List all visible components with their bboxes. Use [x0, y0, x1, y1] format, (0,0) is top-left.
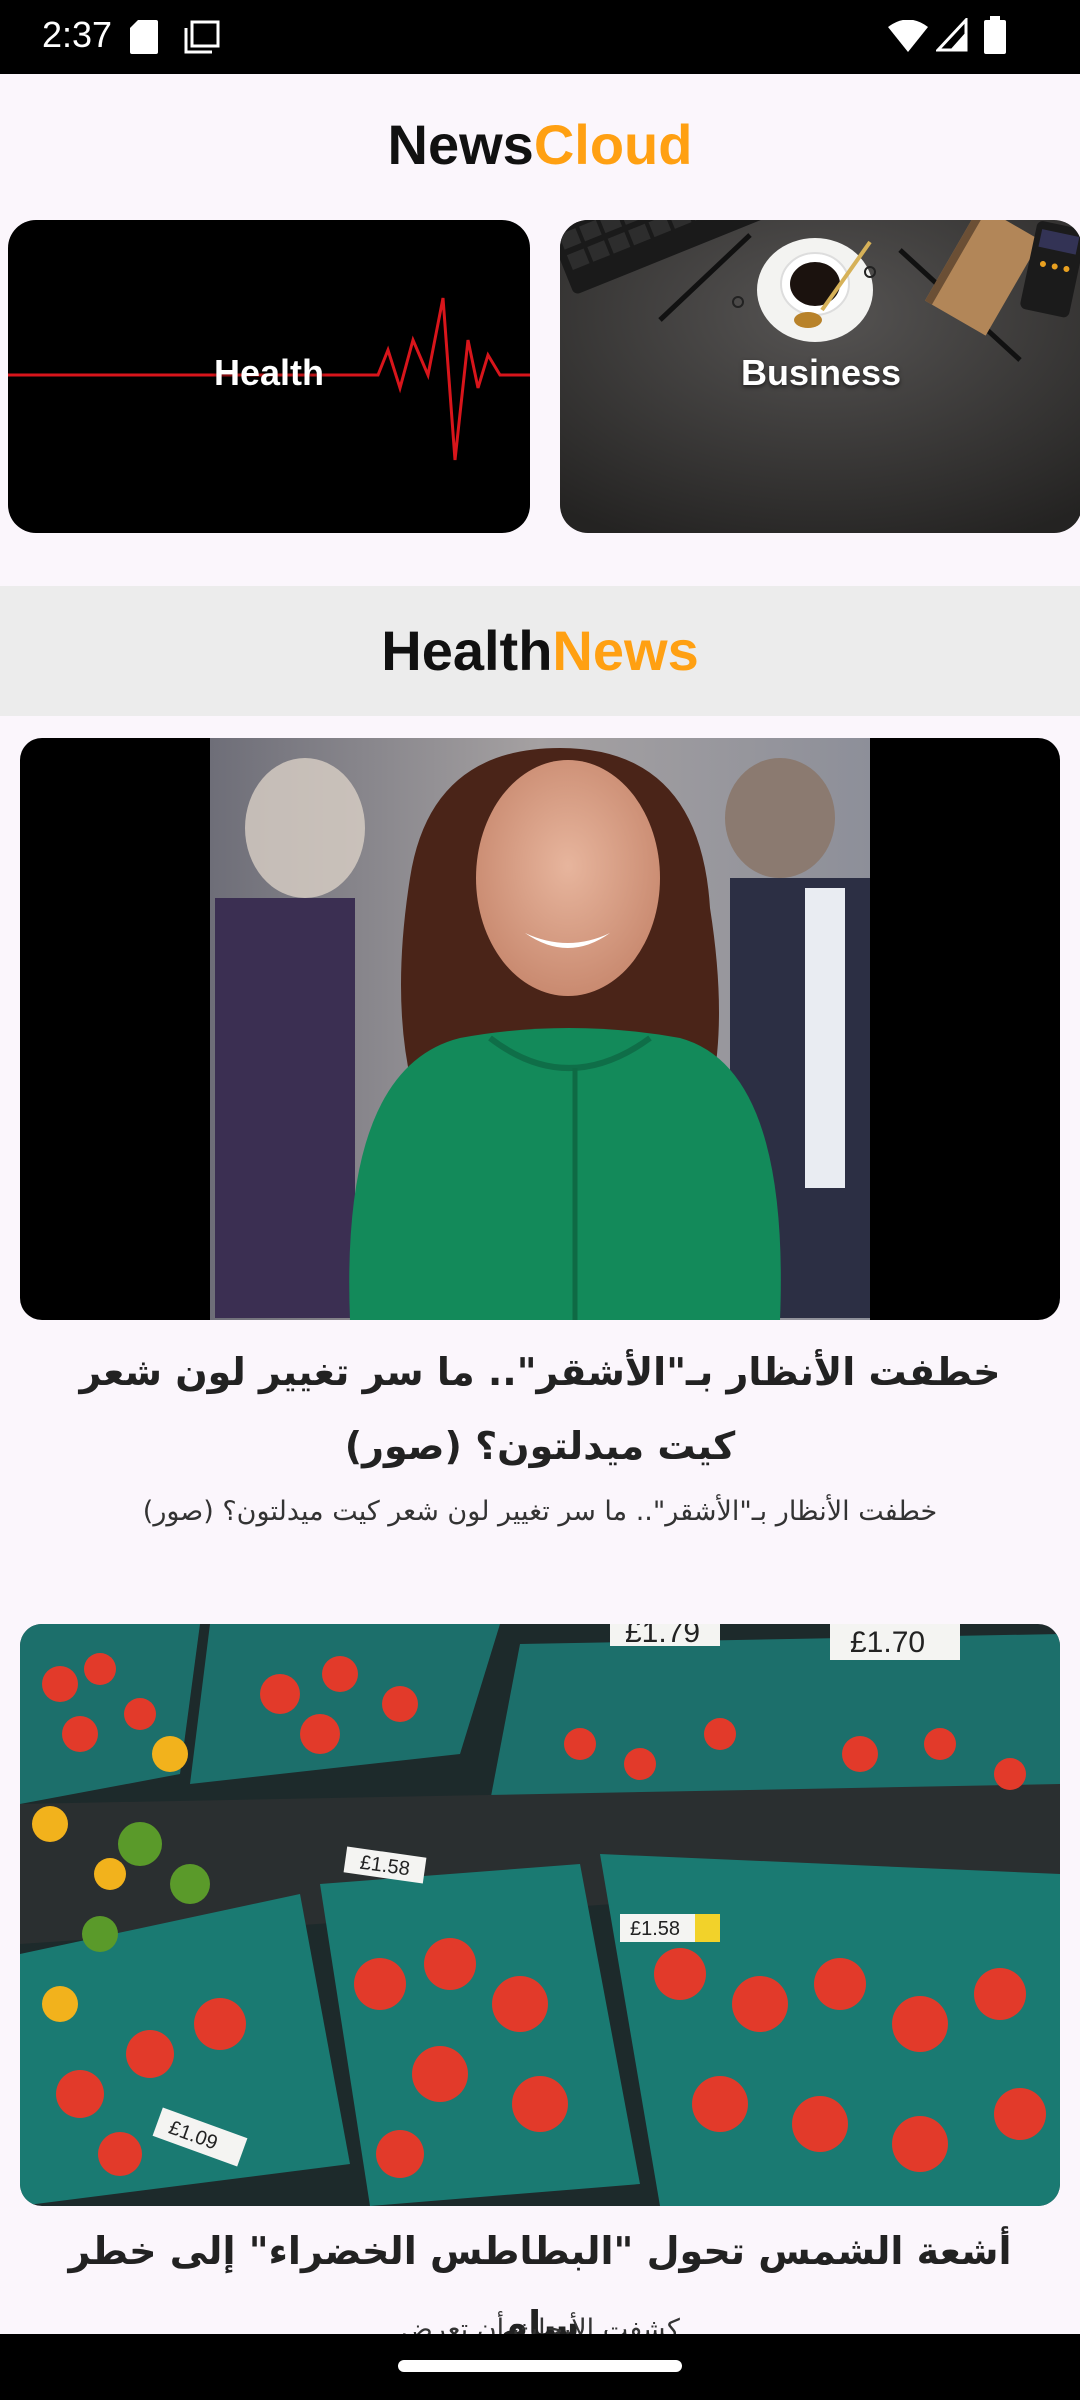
battery-icon	[984, 16, 1006, 54]
status-bar: 2:37	[0, 0, 1080, 74]
article-image	[20, 738, 1060, 1320]
app-title-part2: Cloud	[533, 113, 693, 176]
woman-green-dress-photo	[20, 738, 1060, 1320]
section-title: HealthNews	[0, 618, 1080, 683]
price-tag: £1.70	[850, 1626, 925, 1659]
news-card[interactable]: خطفت الأنظار بـ"الأشقر".. ما سر تغيير لو…	[20, 738, 1060, 1558]
category-card-health[interactable]: Health	[8, 220, 530, 533]
supermarket-tomatoes-photo: £1.79 £1.70 £1.58 £1.58 £1.09	[20, 1624, 1060, 2206]
signal-icon	[936, 18, 968, 52]
screenshot-icon	[184, 20, 220, 54]
app-title-part1: News	[387, 113, 534, 176]
section-header: HealthNews	[0, 586, 1080, 716]
status-time: 2:37	[42, 14, 113, 55]
category-label-health: Health	[213, 352, 325, 393]
category-card-business[interactable]: Business	[560, 220, 1080, 533]
article-title[interactable]: خطفت الأنظار بـ"الأشقر".. ما سر تغيير لو…	[50, 1335, 1030, 1483]
price-tag: £1.58	[630, 1918, 680, 1940]
news-card[interactable]: £1.79 £1.70 £1.58 £1.58 £1.09 أشعة الشمس…	[20, 1624, 1060, 2347]
article-image: £1.79 £1.70 £1.58 £1.58 £1.09	[20, 1624, 1060, 2206]
price-tag: £1.79	[625, 1624, 700, 1649]
home-gesture-handle[interactable]	[398, 2360, 682, 2372]
article-description: خطفت الأنظار بـ"الأشقر".. ما سر تغيير لو…	[142, 1496, 938, 1527]
wifi-icon	[888, 20, 928, 52]
category-label-business: Business	[740, 352, 902, 393]
section-title-part1: Health	[381, 619, 553, 682]
section-title-part2: News	[552, 619, 699, 682]
navigation-bar	[0, 2334, 1080, 2400]
app-title: NewsCloud	[0, 112, 1080, 177]
sd-card-icon	[130, 20, 158, 54]
